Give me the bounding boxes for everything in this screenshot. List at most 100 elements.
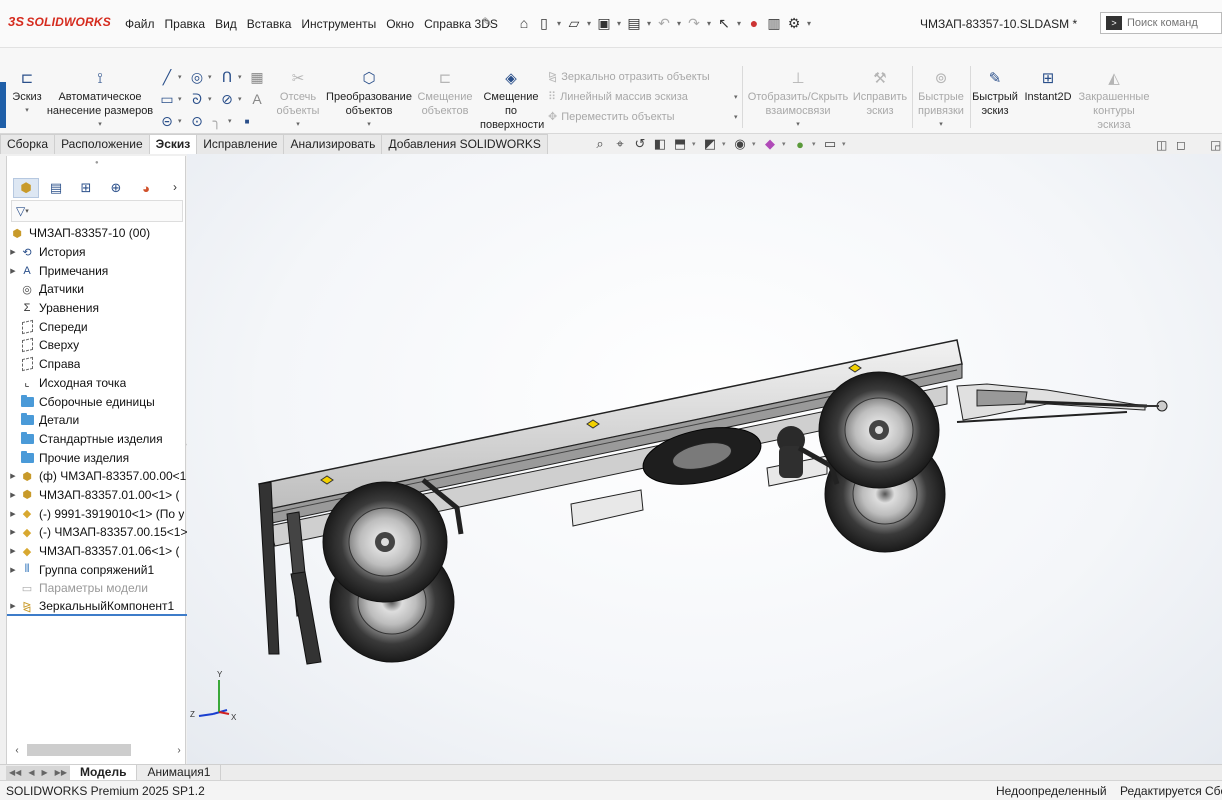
menu-tools[interactable]: Инструменты <box>296 17 381 31</box>
previous-tab-icon[interactable]: ◀ <box>28 768 34 777</box>
home-icon[interactable]: ⌂ <box>515 13 533 33</box>
property-manager-tab-icon[interactable]: ▤ <box>43 178 69 198</box>
shaded-contours-button[interactable]: ◭ Закрашенные контуры эскиза <box>1076 70 1152 132</box>
instant2d-button[interactable]: ⊞ Instant2D <box>1022 70 1074 104</box>
chevron-down-icon[interactable]: ▾ <box>615 19 623 28</box>
tree-item[interactable]: ▶ ⫴ Группа сопряжений1 <box>7 560 187 579</box>
convert-entities-button[interactable]: ⬡ Преобразование объектов ▾ <box>326 70 412 132</box>
chevron-down-icon[interactable]: ▾ <box>805 19 813 28</box>
chevron-down-icon[interactable]: ▾ <box>208 73 216 81</box>
trim-button[interactable]: ✂ Отсечь объекты ▾ <box>274 70 322 132</box>
offset-on-surface-button[interactable]: ◈ Смещение по поверхности <box>480 70 544 132</box>
menu-edit[interactable]: Правка <box>160 17 211 31</box>
chevron-down-icon[interactable]: ▾ <box>178 117 186 125</box>
chevron-down-icon[interactable]: ▾ <box>675 19 683 28</box>
tree-item[interactable]: Прочие изделия <box>7 448 187 467</box>
chevron-right-icon[interactable]: ▶ <box>7 602 19 610</box>
chevron-down-icon[interactable]: ▾ <box>842 140 848 148</box>
view-orientation-icon[interactable]: ⬒ <box>672 136 688 152</box>
polygon-icon[interactable]: ⊙ <box>188 113 206 130</box>
display-manager-tab-icon[interactable]: ◕ <box>133 178 159 198</box>
zoom-to-fit-icon[interactable]: ⌕ <box>592 136 608 152</box>
chevron-down-icon[interactable]: ▾ <box>238 73 246 81</box>
zoom-to-area-icon[interactable]: ⌖ <box>612 136 628 152</box>
chevron-down-icon[interactable]: ▾ <box>782 140 788 148</box>
chevron-down-icon[interactable]: ▾ <box>734 113 738 121</box>
tree-item[interactable]: ▭ Параметры модели <box>7 579 187 598</box>
tab-sketch[interactable]: Эскиз <box>148 134 198 154</box>
restore-window-icon[interactable]: ◫ <box>1156 138 1167 152</box>
menu-file[interactable]: Файл <box>120 17 160 31</box>
quick-snaps-button[interactable]: ⊚ Быстрые привязки ▾ <box>914 70 968 132</box>
tree-item[interactable]: ⌞ Исходная точка <box>7 374 187 393</box>
section-view-icon[interactable]: ◧ <box>652 136 668 152</box>
chevron-down-icon[interactable]: ▾ <box>178 95 186 103</box>
mirror-entities-button[interactable]: ⧎ Зеркально отразить объекты <box>548 70 710 84</box>
command-search[interactable]: > <box>1100 12 1222 34</box>
undo-icon[interactable]: ↶ <box>655 13 673 33</box>
new-icon[interactable]: ▯ <box>535 13 553 33</box>
tree-item[interactable]: ▶ ◆ (-) ЧМЗАП-83357.00.15<1> <box>7 523 187 542</box>
first-tab-icon[interactable]: ◀◀ <box>9 768 21 777</box>
tree-item[interactable]: Спереди <box>7 317 187 336</box>
chevron-right-icon[interactable]: ▶ <box>7 547 19 555</box>
file-properties-icon[interactable]: ▥ <box>765 13 783 33</box>
tab-addins[interactable]: Добавления SOLIDWORKS <box>381 134 548 154</box>
chevron-down-icon[interactable]: ▾ <box>735 19 743 28</box>
tree-item[interactable]: ▶ ⧎ ЗеркальныйКомпонент1 <box>7 598 187 617</box>
chevron-down-icon[interactable]: ▾ <box>178 73 186 81</box>
chevron-left-icon[interactable]: ‹ <box>11 745 23 756</box>
configuration-manager-tab-icon[interactable]: ⊞ <box>73 178 99 198</box>
chevron-right-icon[interactable]: › <box>173 180 177 194</box>
smart-dimension-button[interactable]: ⟟ Автоматическое нанесение размеров ▾ <box>46 70 154 132</box>
rapid-sketch-button[interactable]: ✎ Быстрый эскиз <box>972 70 1018 118</box>
display-style-icon[interactable]: ◩ <box>702 136 718 152</box>
tile-window-icon[interactable]: ◻ <box>1176 138 1186 152</box>
chevron-down-icon[interactable]: ▾ <box>274 118 322 132</box>
chevron-down-icon[interactable]: ▾ <box>812 140 818 148</box>
line-icon[interactable]: ╱ <box>158 69 176 86</box>
edit-appearance-icon[interactable]: ◆ <box>762 136 778 152</box>
scrollbar-thumb[interactable] <box>27 744 131 756</box>
tree-item[interactable]: ▶ ◆ (-) 9991-3919010<1> (По у <box>7 504 187 523</box>
chevron-right-icon[interactable]: ▶ <box>7 510 19 518</box>
solidworks-logo[interactable]: 3S SOLIDWORKS <box>8 14 111 29</box>
chevron-down-icon[interactable]: ▾ <box>645 19 653 28</box>
chevron-down-icon[interactable]: ▾ <box>326 118 412 132</box>
feature-manager-tab-icon[interactable]: ⬢ <box>13 178 39 198</box>
tab-motion-study[interactable]: Анимация1 <box>137 764 222 781</box>
tree-item[interactable]: Детали <box>7 411 187 430</box>
chevron-down-icon[interactable]: ▾ <box>722 140 728 148</box>
tree-item[interactable]: Справа <box>7 355 187 374</box>
print-icon[interactable]: ▤ <box>625 13 643 33</box>
grid-icon[interactable]: ▦ <box>248 69 266 86</box>
rebuild-icon[interactable]: ● <box>745 13 763 33</box>
options-icon[interactable]: ⚙ <box>785 13 803 33</box>
chevron-down-icon[interactable]: ▾ <box>555 19 563 28</box>
view-settings-icon[interactable]: ▭ <box>822 136 838 152</box>
save-icon[interactable]: ▣ <box>595 13 613 33</box>
panel-grip-icon[interactable]: ● <box>95 160 99 166</box>
rectangle-icon[interactable]: ▭ <box>158 91 176 108</box>
chevron-down-icon[interactable]: ▾ <box>46 118 154 132</box>
chevron-down-icon[interactable]: ▾ <box>705 19 713 28</box>
chevron-down-icon[interactable]: ▾ <box>752 140 758 148</box>
chevron-down-icon[interactable]: ▾ <box>585 19 593 28</box>
maximize-window-icon[interactable]: ◲ <box>1210 138 1221 152</box>
chevron-down-icon[interactable]: ▾ <box>228 117 236 125</box>
tab-assembly[interactable]: Сборка <box>0 134 56 154</box>
spline-icon[interactable]: ᑎ <box>218 69 236 86</box>
graphics-area[interactable]: Y Z X <box>187 154 1222 764</box>
circle-icon[interactable]: ◎ <box>188 69 206 86</box>
point-icon[interactable]: ■ <box>238 117 256 126</box>
chevron-down-icon[interactable]: ▾ <box>746 118 850 132</box>
search-input[interactable] <box>1127 17 1217 29</box>
redo-icon[interactable]: ↷ <box>685 13 703 33</box>
menu-window[interactable]: Окно <box>381 17 419 31</box>
chevron-down-icon[interactable]: ▾ <box>208 95 216 103</box>
apply-scene-icon[interactable]: ● <box>792 137 808 152</box>
chevron-down-icon[interactable]: ▾ <box>914 118 968 132</box>
tree-item[interactable]: ▶ ⟲ История <box>7 243 187 262</box>
chevron-down-icon[interactable]: ▾ <box>8 104 46 118</box>
chevron-right-icon[interactable]: ▶ <box>7 267 19 275</box>
